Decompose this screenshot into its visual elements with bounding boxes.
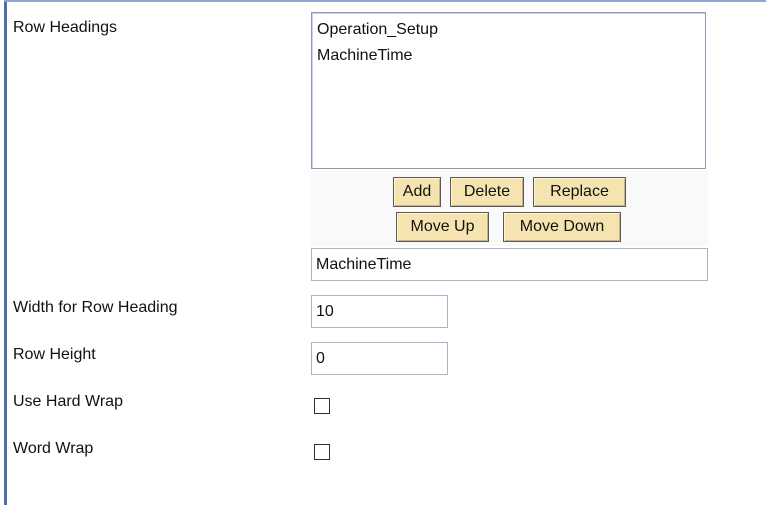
replace-button[interactable]: Replace — [533, 177, 626, 207]
use-hard-wrap-checkbox[interactable] — [314, 398, 330, 414]
list-button-bar: Add Delete Replace Move Up Move Down — [311, 170, 708, 246]
row-headings-list[interactable]: Operation_Setup MachineTime — [311, 12, 706, 169]
width-for-row-heading-input[interactable]: 10 — [311, 295, 448, 328]
use-hard-wrap-label: Use Hard Wrap — [13, 393, 123, 410]
list-item[interactable]: Operation_Setup — [312, 17, 705, 43]
delete-button[interactable]: Delete — [450, 177, 524, 207]
row-headings-label: Row Headings — [13, 19, 118, 36]
list-item[interactable]: MachineTime — [312, 43, 705, 69]
word-wrap-label: Word Wrap — [13, 440, 94, 457]
row-height-label: Row Height — [13, 346, 96, 363]
top-border — [4, 0, 766, 2]
width-for-row-heading-label: Width for Row Heading — [13, 299, 178, 316]
row-height-input[interactable]: 0 — [311, 342, 448, 375]
move-up-button[interactable]: Move Up — [396, 212, 489, 242]
add-button[interactable]: Add — [393, 177, 441, 207]
row-heading-input[interactable]: MachineTime — [311, 248, 708, 281]
left-border — [4, 0, 7, 505]
word-wrap-checkbox[interactable] — [314, 444, 330, 460]
move-down-button[interactable]: Move Down — [503, 212, 621, 242]
